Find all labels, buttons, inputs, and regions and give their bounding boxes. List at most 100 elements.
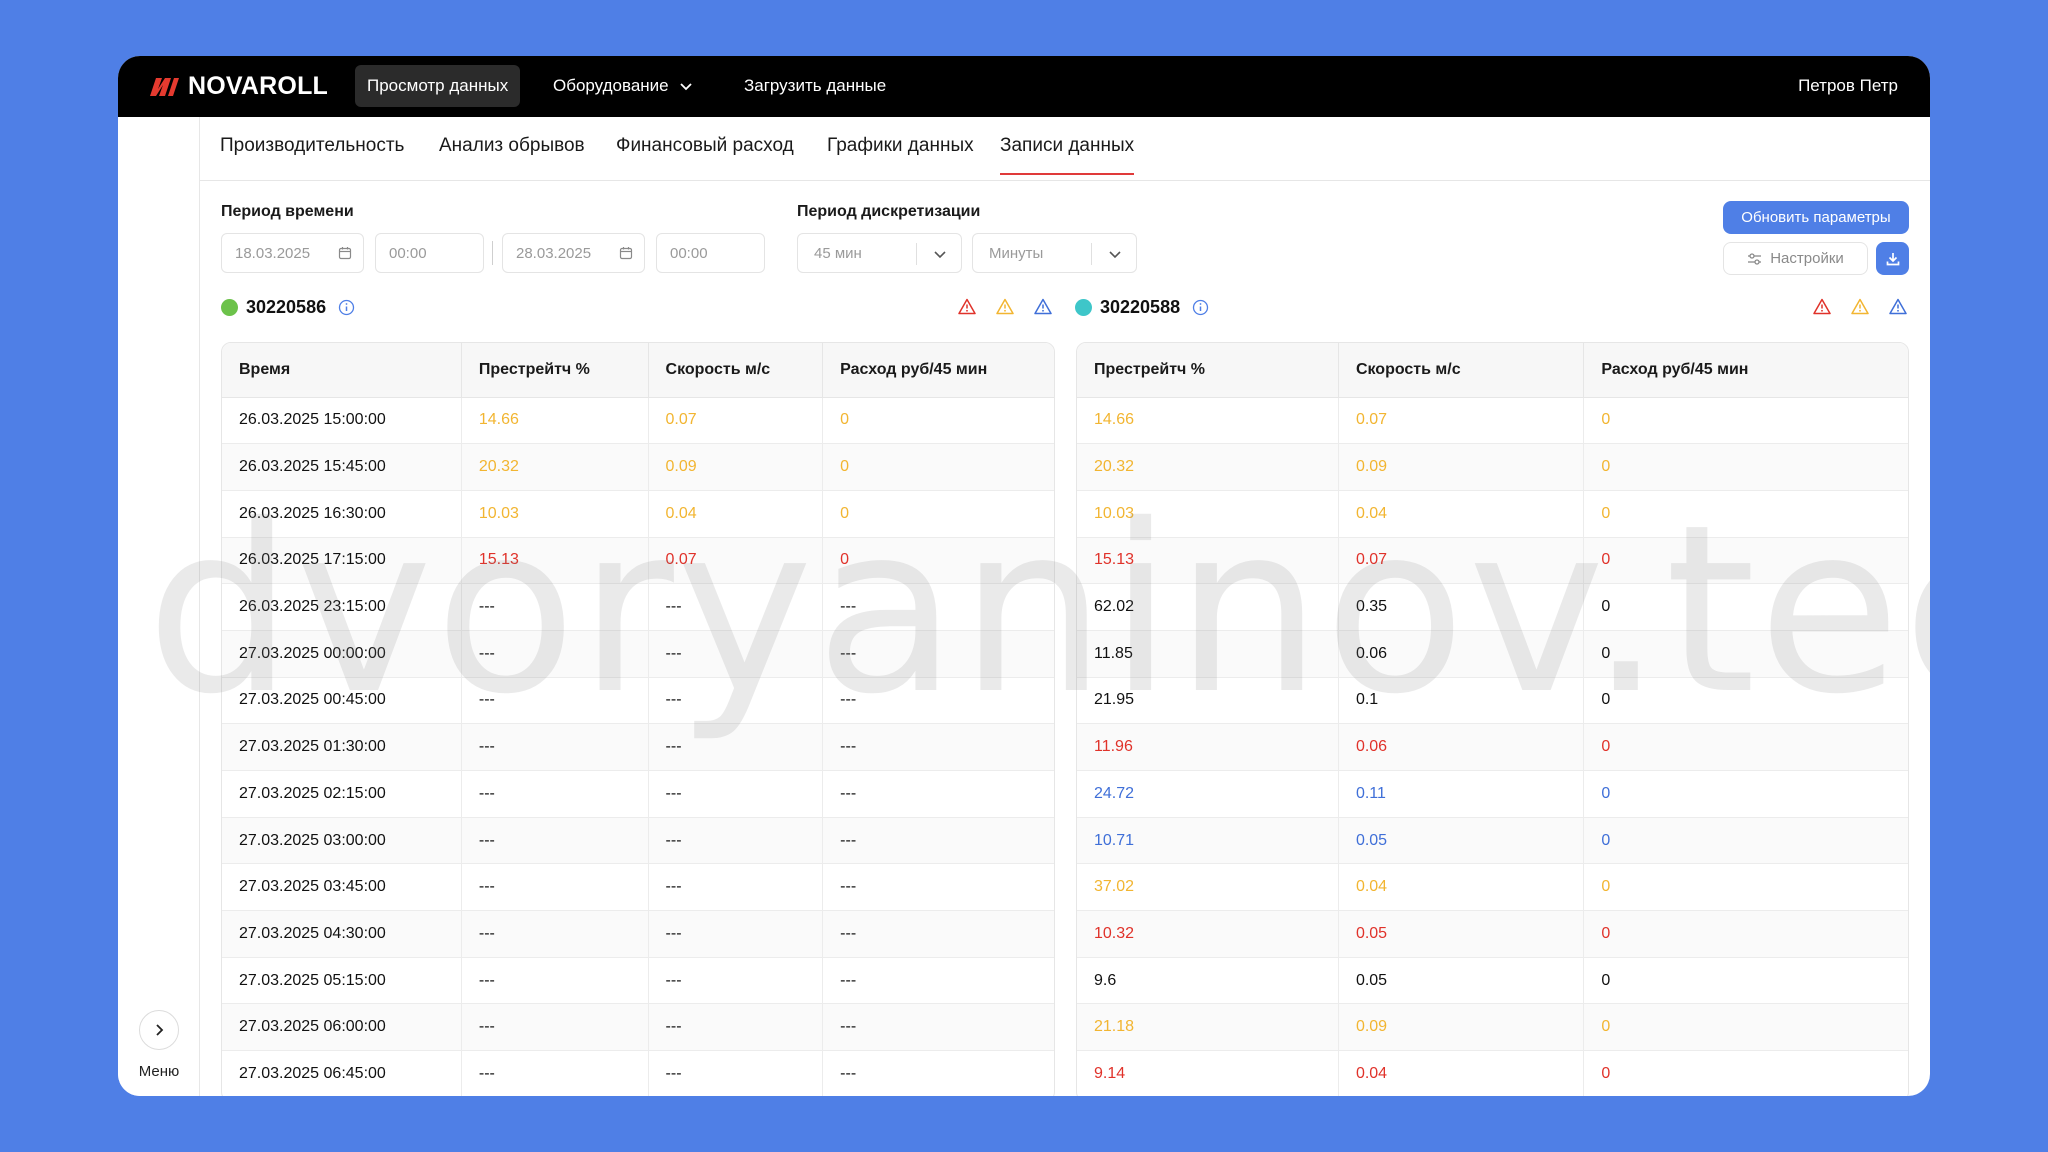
cell-cost: 0	[1583, 537, 1908, 585]
table-row[interactable]: 27.03.2025 00:00:00 --- --- ---	[222, 630, 1054, 678]
nav-equipment[interactable]: Оборудование	[541, 65, 705, 107]
table-row[interactable]: 27.03.2025 03:00:00 --- --- ---	[222, 817, 1054, 865]
cell-cost: 0	[1583, 677, 1908, 725]
col-header-stretch[interactable]: Престрейтч %	[1077, 343, 1339, 398]
table-row[interactable]: 9.6 0.05 0	[1077, 957, 1908, 1005]
table-row[interactable]: 10.32 0.05 0	[1077, 910, 1908, 958]
alert-blue-icon[interactable]	[1034, 298, 1052, 315]
tab-data-records[interactable]: Записи данных	[1000, 135, 1135, 175]
table-row[interactable]: 14.66 0.07 0	[1077, 397, 1908, 445]
cell-stretch: 37.02	[1077, 863, 1339, 912]
cell-time: 27.03.2025 03:00:00	[222, 817, 462, 865]
table-row[interactable]: 26.03.2025 23:15:00 --- --- ---	[222, 583, 1054, 631]
time-to-input[interactable]: 00:00	[656, 233, 765, 273]
table-row[interactable]: 10.03 0.04 0	[1077, 490, 1908, 538]
table-row[interactable]: 27.03.2025 06:00:00 --- --- ---	[222, 1003, 1054, 1052]
nav-upload-data[interactable]: Загрузить данные	[732, 65, 898, 107]
table-row[interactable]: 62.02 0.35 0	[1077, 583, 1908, 631]
table-header-row: Время Престрейтч % Скорость м/с Расход р…	[222, 343, 1054, 398]
cell-cost: 0	[822, 490, 1054, 538]
device-header-right: 30220588	[1075, 296, 1209, 318]
sampling-period-select[interactable]: 45 мин	[797, 233, 962, 273]
table-row[interactable]: 27.03.2025 05:15:00 --- --- ---	[222, 957, 1054, 1005]
sampling-unit-select[interactable]: Минуты	[972, 233, 1137, 273]
alert-red-icon[interactable]	[1813, 298, 1831, 315]
table-row[interactable]: 11.96 0.06 0	[1077, 723, 1908, 771]
cell-speed: ---	[648, 863, 824, 912]
cell-speed: ---	[648, 583, 824, 631]
date-to-input[interactable]: 28.03.2025	[502, 233, 645, 273]
cell-cost: ---	[822, 583, 1054, 631]
cell-cost: 0	[1583, 1050, 1908, 1096]
table-row[interactable]: 10.71 0.05 0	[1077, 817, 1908, 865]
cell-speed: 0.09	[1338, 1003, 1585, 1052]
col-header-cost[interactable]: Расход руб/45 мин	[822, 343, 1054, 398]
sidebar: Меню	[118, 117, 200, 1096]
tab-financial-cost[interactable]: Финансовый расход	[616, 135, 794, 173]
table-row[interactable]: 15.13 0.07 0	[1077, 537, 1908, 585]
table-row[interactable]: 27.03.2025 03:45:00 --- --- ---	[222, 863, 1054, 912]
tab-performance[interactable]: Производительность	[220, 135, 404, 173]
table-row[interactable]: 21.18 0.09 0	[1077, 1003, 1908, 1052]
table-row[interactable]: 27.03.2025 01:30:00 --- --- ---	[222, 723, 1054, 771]
table-row[interactable]: 20.32 0.09 0	[1077, 443, 1908, 491]
sampling-unit-value: Минуты	[989, 244, 1044, 262]
table-row[interactable]: 27.03.2025 02:15:00 --- --- ---	[222, 770, 1054, 818]
date-from-input[interactable]: 18.03.2025	[221, 233, 364, 273]
table-row[interactable]: 26.03.2025 17:15:00 15.13 0.07 0	[222, 537, 1054, 585]
calendar-icon	[338, 247, 352, 260]
table-row[interactable]: 11.85 0.06 0	[1077, 630, 1908, 678]
cell-time: 27.03.2025 06:00:00	[222, 1003, 462, 1052]
cell-speed: ---	[648, 677, 824, 725]
menu-toggle-button[interactable]	[139, 1010, 179, 1050]
table-row[interactable]: 26.03.2025 15:00:00 14.66 0.07 0	[222, 397, 1054, 445]
download-button[interactable]	[1876, 242, 1909, 275]
time-to-value: 00:00	[670, 244, 708, 262]
table-row[interactable]: 24.72 0.11 0	[1077, 770, 1908, 818]
cell-time: 27.03.2025 02:15:00	[222, 770, 462, 818]
cell-stretch: 10.71	[1077, 817, 1339, 865]
cell-speed: 0.07	[1338, 537, 1585, 585]
table-row[interactable]: 37.02 0.04 0	[1077, 863, 1908, 912]
time-from-input[interactable]: 00:00	[375, 233, 484, 273]
cell-time: 27.03.2025 00:00:00	[222, 630, 462, 678]
table-row[interactable]: 21.95 0.1 0	[1077, 677, 1908, 725]
cell-stretch: 11.85	[1077, 630, 1339, 678]
cell-cost: ---	[822, 957, 1054, 1005]
col-header-stretch[interactable]: Престрейтч %	[461, 343, 649, 398]
table-row[interactable]: 26.03.2025 16:30:00 10.03 0.04 0	[222, 490, 1054, 538]
user-name[interactable]: Петров Петр	[1798, 76, 1898, 96]
col-header-speed[interactable]: Скорость м/с	[1338, 343, 1585, 398]
cell-cost: 0	[1583, 723, 1908, 771]
cell-speed: ---	[648, 910, 824, 958]
table-row[interactable]: 27.03.2025 04:30:00 --- --- ---	[222, 910, 1054, 958]
cell-speed: 0.35	[1338, 583, 1585, 631]
info-icon[interactable]	[338, 299, 355, 316]
brand-logo[interactable]: NOVAROLL	[148, 72, 328, 101]
settings-button[interactable]: Настройки	[1723, 242, 1868, 275]
alert-yellow-icon[interactable]	[996, 298, 1014, 315]
tab-data-charts[interactable]: Графики данных	[827, 135, 974, 173]
tab-break-analysis[interactable]: Анализ обрывов	[439, 135, 585, 173]
cell-cost: 0	[1583, 443, 1908, 491]
cell-cost: 0	[1583, 770, 1908, 818]
alert-yellow-icon[interactable]	[1851, 298, 1869, 315]
update-params-button[interactable]: Обновить параметры	[1723, 201, 1909, 234]
col-header-time[interactable]: Время	[222, 343, 462, 398]
cell-speed: 0.07	[648, 537, 824, 585]
cell-time: 26.03.2025 15:00:00	[222, 397, 462, 445]
col-header-cost[interactable]: Расход руб/45 мин	[1583, 343, 1908, 398]
table-row[interactable]: 27.03.2025 06:45:00 --- --- ---	[222, 1050, 1054, 1096]
alert-blue-icon[interactable]	[1889, 298, 1907, 315]
nav-data-view[interactable]: Просмотр данных	[355, 65, 521, 107]
cell-speed: 0.06	[1338, 723, 1585, 771]
table-row[interactable]: 27.03.2025 00:45:00 --- --- ---	[222, 677, 1054, 725]
col-header-speed[interactable]: Скорость м/с	[648, 343, 824, 398]
alert-red-icon[interactable]	[958, 298, 976, 315]
cell-stretch: 9.14	[1077, 1050, 1339, 1096]
table-row[interactable]: 26.03.2025 15:45:00 20.32 0.09 0	[222, 443, 1054, 491]
device-header-left: 30220586	[221, 296, 355, 318]
table-row[interactable]: 9.14 0.04 0	[1077, 1050, 1908, 1096]
calendar-icon	[619, 247, 633, 260]
info-icon[interactable]	[1192, 299, 1209, 316]
